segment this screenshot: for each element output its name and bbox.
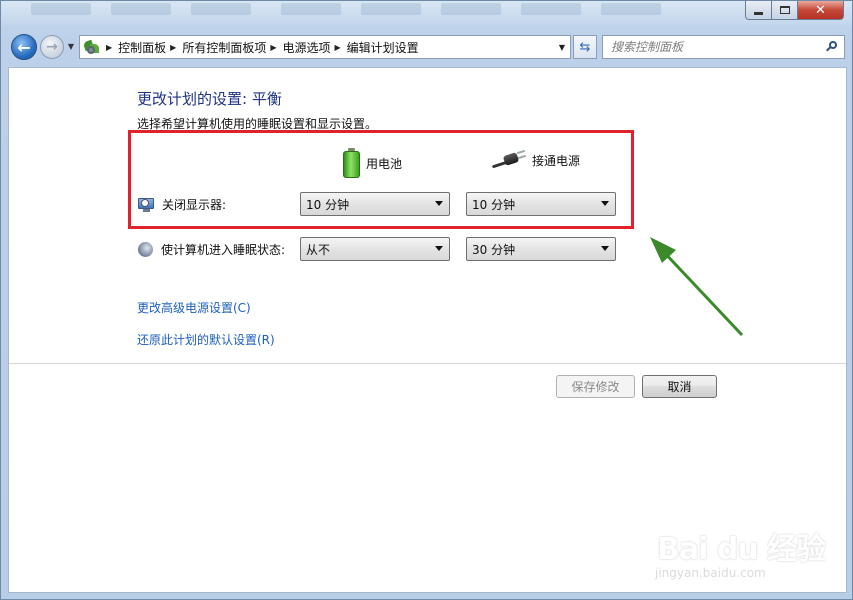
- arrow-left-icon: ←: [17, 37, 31, 57]
- save-changes-button[interactable]: 保存修改: [556, 375, 635, 398]
- forward-button[interactable]: →: [40, 35, 64, 59]
- divider: [9, 363, 846, 364]
- sleep-plugged-select[interactable]: 30 分钟: [466, 237, 616, 261]
- breadcrumb-chevron-icon[interactable]: ▶: [170, 43, 176, 52]
- blurred-taskbar-icons: [1, 1, 741, 19]
- maximize-button[interactable]: [772, 1, 798, 20]
- maximize-icon: [779, 6, 790, 14]
- breadcrumb-chevron-icon[interactable]: ▶: [106, 43, 112, 52]
- address-dropdown-button[interactable]: ▼: [554, 36, 570, 58]
- sleep-battery-select[interactable]: 从不: [300, 237, 450, 261]
- watermark-url: jingyan.baidu.com: [655, 566, 766, 580]
- arrow-right-icon: →: [46, 39, 58, 55]
- breadcrumb-item[interactable]: 控制面板: [118, 39, 166, 56]
- minimize-icon: [754, 11, 763, 15]
- close-button[interactable]: ✕: [798, 1, 844, 20]
- title-bar: ✕: [1, 1, 852, 25]
- annotation-highlight-box: [128, 130, 634, 229]
- breadcrumb-chevron-icon[interactable]: ▶: [335, 43, 341, 52]
- navigation-bar: ← → ▼ ▶ 控制面板 ▶ 所有控制面板项 ▶ 电源选项 ▶ 编辑计划设置 ▼…: [1, 31, 852, 61]
- restore-defaults-link[interactable]: 还原此计划的默认设置(R): [137, 331, 275, 348]
- breadcrumb-item[interactable]: 编辑计划设置: [347, 39, 419, 56]
- breadcrumb-item[interactable]: 电源选项: [283, 39, 331, 56]
- minimize-button[interactable]: [745, 1, 772, 20]
- watermark: Bai du 经验 jingyan.baidu.com: [651, 506, 841, 586]
- dropdown-arrow-icon: [601, 246, 609, 251]
- chevron-down-icon: ▼: [67, 41, 75, 51]
- chevron-down-icon: ▼: [558, 42, 566, 52]
- back-button[interactable]: ←: [11, 34, 37, 60]
- refresh-button[interactable]: ⇆: [573, 35, 597, 59]
- search-input[interactable]: [603, 36, 818, 58]
- cancel-button[interactable]: 取消: [642, 375, 717, 398]
- watermark-brand: Bai du 经验: [657, 532, 826, 567]
- setting-row-sleep: 使计算机进入睡眠状态:: [138, 241, 285, 258]
- caption-buttons: ✕: [745, 1, 844, 20]
- moon-icon: [138, 242, 153, 257]
- refresh-icon: ⇆: [579, 39, 591, 55]
- setting-label-sleep: 使计算机进入睡眠状态:: [161, 243, 286, 257]
- breadcrumb-item[interactable]: 所有控制面板项: [182, 39, 266, 56]
- search-box[interactable]: [602, 35, 845, 59]
- dropdown-arrow-icon: [435, 246, 443, 251]
- advanced-power-settings-link[interactable]: 更改高级电源设置(C): [137, 299, 251, 316]
- page-title: 更改计划的设置: 平衡: [137, 90, 282, 108]
- select-value: 从不: [306, 242, 331, 257]
- recent-pages-button[interactable]: ▼: [66, 41, 76, 51]
- control-panel-icon: [82, 39, 102, 55]
- search-icon[interactable]: [826, 41, 838, 53]
- window: ✕ ← → ▼ ▶ 控制面板 ▶ 所有控制面板项 ▶ 电源选项 ▶ 编辑计划设置…: [0, 0, 853, 600]
- select-value: 30 分钟: [472, 242, 516, 257]
- breadcrumb-chevron-icon[interactable]: ▶: [270, 43, 276, 52]
- close-icon: ✕: [815, 2, 826, 18]
- address-bar[interactable]: ▶ 控制面板 ▶ 所有控制面板项 ▶ 电源选项 ▶ 编辑计划设置 ▼: [79, 35, 571, 59]
